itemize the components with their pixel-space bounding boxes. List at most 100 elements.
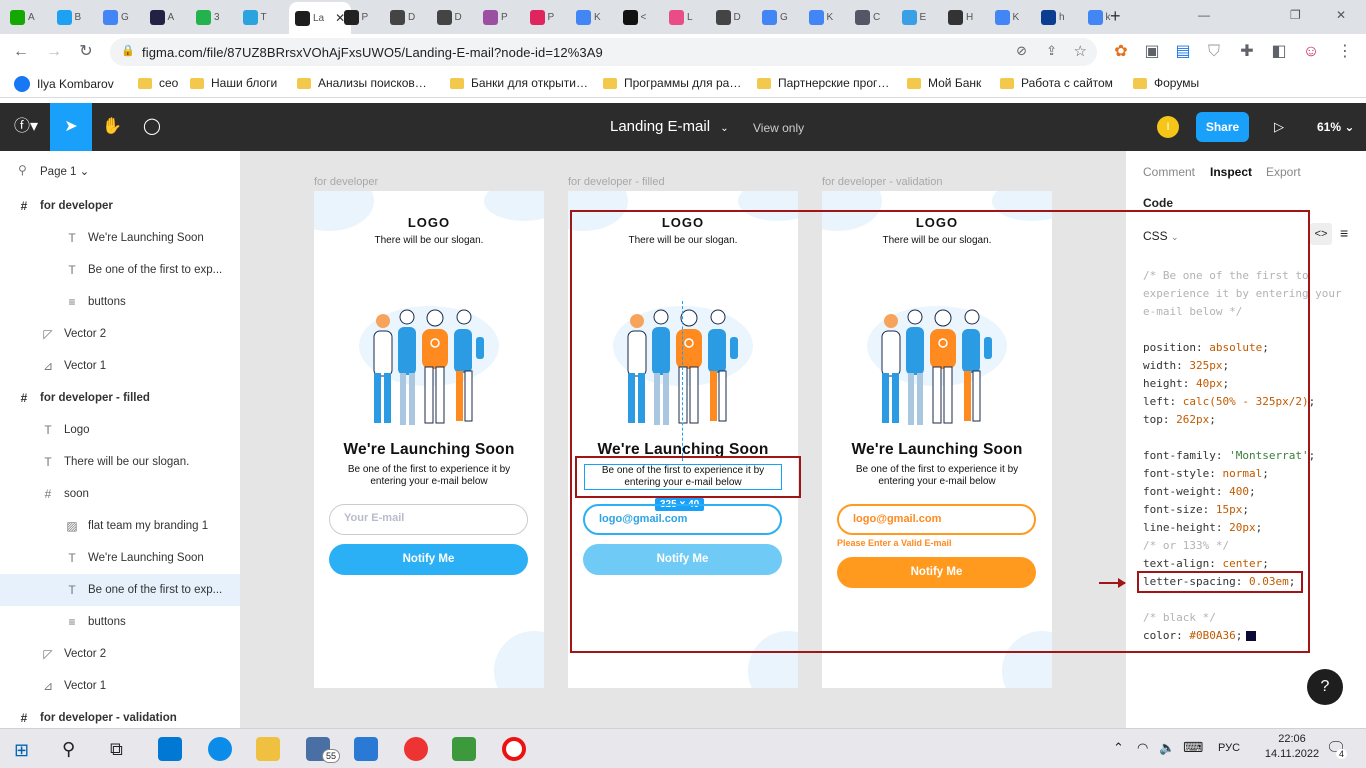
layer-row[interactable]: ⊿ Vector 1 — [0, 670, 240, 702]
browser-tab[interactable]: < — [622, 6, 646, 28]
puzzle-icon[interactable]: ✚ — [1236, 41, 1258, 63]
layer-row[interactable]: ≡ buttons — [0, 286, 240, 318]
layer-row[interactable]: ◸ Vector 2 — [0, 638, 240, 670]
layer-row[interactable]: ▨ flat team my branding 1 — [0, 510, 240, 542]
tab-inspect[interactable]: Inspect — [1210, 165, 1252, 179]
restore-icon[interactable]: ❐ — [1290, 8, 1301, 22]
layer-row[interactable]: T Logo — [0, 414, 240, 446]
browser-tab[interactable]: P — [343, 6, 368, 28]
browser-tab[interactable]: A — [149, 6, 174, 28]
help-button[interactable]: ? — [1307, 669, 1343, 705]
app-icon[interactable] — [452, 737, 476, 761]
shield-icon[interactable]: ⛉ — [1203, 41, 1225, 63]
extension-icon[interactable]: ✿ — [1110, 41, 1132, 63]
browser-tab[interactable]: H — [948, 6, 973, 28]
browser-tab[interactable]: L — [669, 6, 693, 28]
wifi-icon[interactable]: ◠ — [1137, 740, 1148, 756]
share-button[interactable]: Share — [1196, 112, 1249, 142]
browser-tab[interactable]: K — [808, 6, 833, 28]
search-icon[interactable]: ⚲ — [18, 163, 27, 177]
notify-button[interactable]: Notify Me — [329, 544, 528, 575]
minimize-icon[interactable]: — — [1198, 8, 1210, 22]
browser-tab[interactable]: E — [901, 6, 926, 28]
browser-tab[interactable]: G — [103, 6, 129, 28]
layer-row[interactable]: ⊿ Vector 1 — [0, 350, 240, 382]
browser-tab[interactable]: C — [855, 6, 880, 28]
clock[interactable]: 22:06 14.11.2022 — [1262, 733, 1322, 760]
frame-label[interactable]: for developer — [314, 176, 378, 188]
bookmark-item[interactable]: Наши блоги — [190, 76, 277, 90]
layer-row[interactable]: T Be one of the first to exp... — [0, 254, 240, 286]
address-bar[interactable]: 🔒 figma.com/file/87UZ8BRrsxVOhAjFxsUWO5/… — [110, 38, 1097, 66]
hand-tool-icon[interactable]: ✋ — [100, 115, 124, 139]
new-tab-icon[interactable]: + — [1110, 6, 1121, 27]
layer-row[interactable]: # for developer - filled — [0, 382, 240, 414]
move-tool-icon[interactable]: ➤ — [50, 103, 92, 151]
share-page-icon[interactable]: ⇪ — [1046, 43, 1057, 59]
volume-icon[interactable]: 🔈 — [1159, 740, 1175, 756]
blocked-icon[interactable]: ⊘ — [1016, 43, 1027, 59]
extension-icon[interactable]: ▣ — [1141, 41, 1163, 63]
bookmark-item[interactable]: Программы для ра… — [603, 76, 741, 90]
browser-tab[interactable]: B — [56, 6, 81, 28]
play-icon[interactable]: ▷ — [1267, 115, 1291, 139]
browser-tab[interactable]: P — [529, 6, 554, 28]
browser-tab[interactable]: k — [1087, 6, 1111, 28]
task-view-icon[interactable]: ⧉ — [110, 739, 123, 760]
frame-empty[interactable]: LOGO There will be our slogan. We're Launc… — [314, 191, 544, 688]
language-indicator[interactable]: РУС — [1218, 742, 1240, 754]
tab-comment[interactable]: Comment — [1143, 165, 1195, 179]
profile-icon[interactable]: ☺ — [1300, 41, 1322, 63]
bookmark-item[interactable]: Банки для открыти… — [450, 76, 588, 90]
avatar[interactable]: I — [1157, 116, 1179, 138]
sidepanel-icon[interactable]: ◧ — [1268, 41, 1290, 63]
edge-icon[interactable] — [208, 737, 232, 761]
list-view-icon[interactable]: ≡ — [1340, 225, 1348, 241]
layer-row[interactable]: ◸ Vector 2 — [0, 318, 240, 350]
layer-row[interactable]: # soon — [0, 478, 240, 510]
bookmark-item[interactable]: Форумы — [1133, 76, 1199, 90]
bookmark-item[interactable]: Анализы поисков… — [297, 76, 427, 90]
browser-tab[interactable]: T — [242, 6, 267, 28]
browser-tab[interactable]: P — [483, 6, 508, 28]
windows-start-icon[interactable]: ⊞ — [14, 740, 29, 761]
explorer-icon[interactable] — [256, 737, 280, 761]
bookmark-item[interactable]: Мой Банк — [907, 76, 981, 90]
bookmark-item[interactable]: ceo — [138, 76, 178, 90]
browser-tab[interactable]: K — [994, 6, 1019, 28]
bookmark-item[interactable]: Работа с сайтом — [1000, 76, 1113, 90]
browser-tab[interactable]: h — [1041, 6, 1065, 28]
bookmark-item[interactable]: Ilya Kombarov — [14, 76, 114, 92]
code-view-icon[interactable]: <> — [1310, 223, 1332, 245]
layer-row[interactable]: T There will be our slogan. — [0, 446, 240, 478]
vscode-icon[interactable] — [354, 737, 378, 761]
email-input[interactable]: Your E-mail — [329, 504, 528, 535]
search-icon[interactable]: ⚲ — [62, 739, 75, 760]
browser-tab[interactable]: 3 — [196, 6, 220, 28]
figma-menu-icon[interactable]: ⓕ▾ — [10, 115, 42, 139]
browser-tab[interactable]: D — [715, 6, 741, 28]
store-icon[interactable] — [158, 737, 182, 761]
browser-tab[interactable]: D — [390, 6, 415, 28]
back-icon[interactable]: ← — [10, 41, 32, 63]
extension-icon[interactable]: ▤ — [1172, 41, 1194, 63]
close-window-icon[interactable]: ✕ — [1336, 8, 1346, 22]
menu-dots-icon[interactable]: ⋮ — [1334, 41, 1356, 63]
layer-row[interactable]: ≡ buttons — [0, 606, 240, 638]
opera-icon[interactable] — [502, 737, 526, 761]
browser-tab[interactable]: A — [10, 6, 35, 28]
bookmark-star-icon[interactable]: ☆ — [1074, 42, 1087, 60]
layer-row[interactable]: T We're Launching Soon — [0, 542, 240, 574]
tab-export[interactable]: Export — [1266, 165, 1301, 179]
browser-tab[interactable]: G — [762, 6, 788, 28]
comment-tool-icon[interactable]: ◯ — [140, 115, 164, 139]
bookmark-item[interactable]: Партнерские прог… — [757, 76, 889, 90]
forward-icon[interactable]: → — [43, 41, 65, 63]
keyboard-icon[interactable]: ⌨ — [1183, 739, 1203, 756]
layer-row[interactable]: # for developer — [0, 190, 240, 222]
browser-tab[interactable]: D — [436, 6, 462, 28]
layer-row[interactable]: T Be one of the first to exp... — [0, 574, 240, 606]
browser-tab[interactable]: K — [576, 6, 601, 28]
reload-icon[interactable]: ↻ — [75, 41, 97, 63]
file-title[interactable]: Landing E-mail ⌄ — [610, 118, 729, 135]
